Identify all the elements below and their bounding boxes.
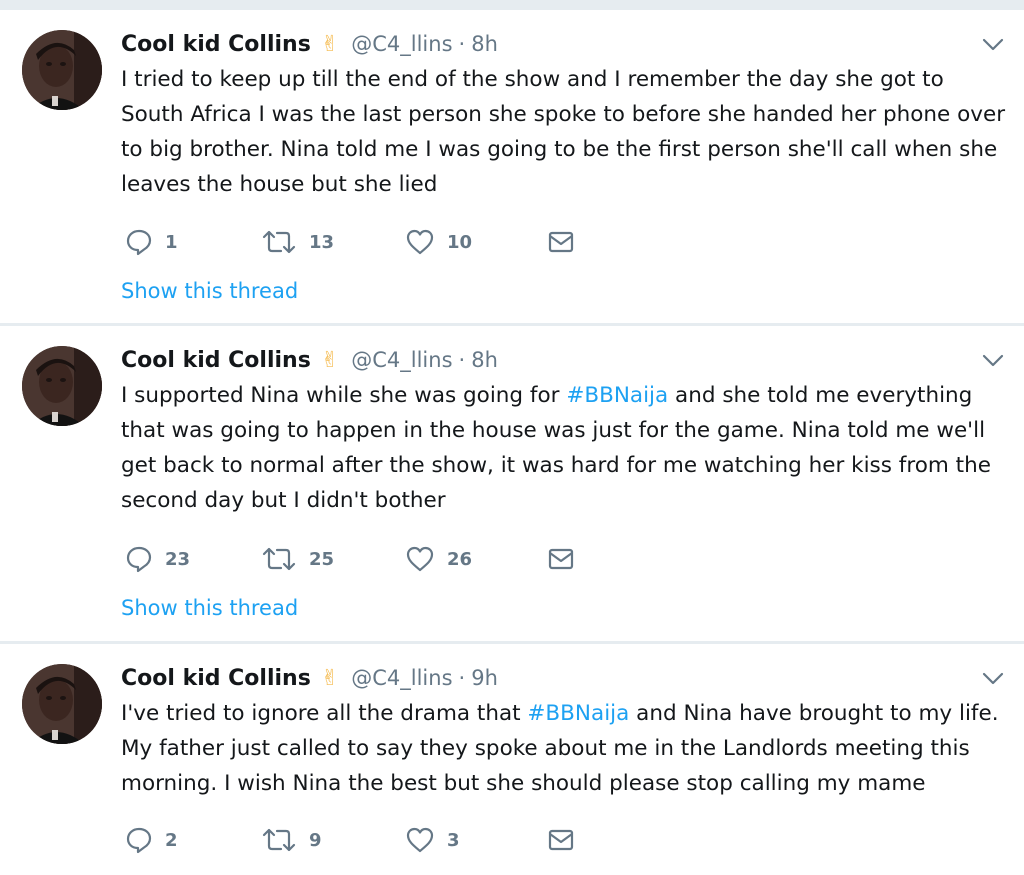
show-thread-link[interactable]: Show this thread — [121, 279, 298, 303]
retweet-count: 13 — [309, 231, 335, 253]
username-handle[interactable]: @C4_llins — [351, 348, 452, 372]
direct-message-button[interactable] — [547, 227, 575, 257]
hashtag-link[interactable]: #BBNaija — [527, 701, 629, 726]
retweet-button[interactable]: 25 — [261, 544, 334, 574]
victory-hand-emoji: ✌ — [320, 347, 340, 373]
tweet-header: Cool kid Collins ✌ @C4_llins · 8h — [121, 342, 498, 378]
text-fragment: I've tried to ignore all the drama that — [121, 701, 528, 726]
reply-count: 23 — [165, 548, 191, 570]
tweet-text: I've tried to ignore all the drama that … — [121, 696, 1011, 801]
heart-icon — [406, 229, 434, 255]
display-name[interactable]: Cool kid Collins — [121, 32, 311, 57]
separator-dot: · — [458, 32, 466, 56]
retweet-icon — [262, 828, 296, 852]
direct-message-button[interactable] — [547, 544, 575, 574]
text-fragment: I supported Nina while she was going for — [121, 383, 567, 408]
like-count: 26 — [447, 548, 473, 570]
avatar[interactable] — [22, 30, 102, 110]
tweet-text-line: morning. I wish Nina the best but she sh… — [121, 771, 926, 796]
tweet-text-line: I tried to keep up till the end of the s… — [121, 67, 944, 92]
tweet-text-line: get back to normal after the show, it wa… — [121, 453, 991, 478]
reply-button[interactable]: 23 — [125, 544, 190, 574]
victory-hand-emoji: ✌ — [320, 665, 340, 691]
reply-button[interactable]: 1 — [125, 227, 178, 257]
separator-dot: · — [458, 666, 466, 690]
tweet-text-line: I've tried to ignore all the drama that … — [121, 696, 1011, 731]
tweet-header: Cool kid Collins ✌ @C4_llins · 8h — [121, 26, 498, 62]
tweet-text-line: to big brother. Nina told me I was going… — [121, 137, 998, 162]
tweet-actions: 23 25 26 — [121, 544, 601, 574]
username-handle[interactable]: @C4_llins — [351, 666, 452, 690]
retweet-count: 9 — [309, 829, 322, 851]
tweet-text-line: leaves the house but she lied — [121, 172, 438, 197]
heart-icon — [406, 546, 434, 572]
tweet-text-line: South Africa I was the last person she s… — [121, 102, 1006, 127]
chevron-down-icon[interactable] — [982, 672, 1004, 686]
tweet-3[interactable]: Cool kid Collins ✌ @C4_llins · 9h I've t… — [0, 644, 1024, 875]
tweet-text-line: that was going to happen in the house wa… — [121, 418, 986, 443]
chevron-down-icon[interactable] — [982, 38, 1004, 52]
tweet-text: I supported Nina while she was going for… — [121, 378, 1011, 518]
reply-icon — [126, 229, 152, 256]
reply-icon — [126, 827, 152, 854]
display-name[interactable]: Cool kid Collins — [121, 348, 311, 373]
avatar[interactable] — [22, 664, 102, 744]
tweet-text-line: second day but I didn't bother — [121, 488, 446, 513]
reply-count: 1 — [165, 231, 178, 253]
like-button[interactable]: 3 — [405, 825, 460, 855]
tweet-1[interactable]: Cool kid Collins ✌ @C4_llins · 8h I trie… — [0, 10, 1024, 323]
tweet-actions: 1 13 10 — [121, 227, 601, 257]
timestamp[interactable]: 8h — [471, 32, 498, 56]
tweet-text: I tried to keep up till the end of the s… — [121, 62, 1011, 202]
retweet-icon — [262, 547, 296, 571]
reply-icon — [126, 546, 152, 573]
avatar[interactable] — [22, 346, 102, 426]
like-button[interactable]: 26 — [405, 544, 472, 574]
tweet-2[interactable]: Cool kid Collins ✌ @C4_llins · 8h I supp… — [0, 326, 1024, 641]
tweet-header: Cool kid Collins ✌ @C4_llins · 9h — [121, 660, 498, 696]
separator-dot: · — [458, 348, 466, 372]
tweet-text-line: My father just called to say they spoke … — [121, 736, 970, 761]
retweet-button[interactable]: 13 — [261, 227, 334, 257]
display-name[interactable]: Cool kid Collins — [121, 666, 311, 691]
text-fragment: and she told me everything — [668, 383, 973, 408]
reply-count: 2 — [165, 829, 178, 851]
chevron-down-icon[interactable] — [982, 354, 1004, 368]
retweet-button[interactable]: 9 — [261, 825, 322, 855]
victory-hand-emoji: ✌ — [320, 31, 340, 57]
retweet-count: 25 — [309, 548, 335, 570]
like-count: 3 — [447, 829, 460, 851]
direct-message-button[interactable] — [547, 825, 575, 855]
username-handle[interactable]: @C4_llins — [351, 32, 452, 56]
reply-button[interactable]: 2 — [125, 825, 178, 855]
like-count: 10 — [447, 231, 473, 253]
envelope-icon — [548, 829, 574, 851]
hashtag-link[interactable]: #BBNaija — [566, 383, 668, 408]
tweet-text-line: I supported Nina while she was going for… — [121, 378, 1011, 413]
envelope-icon — [548, 548, 574, 570]
envelope-icon — [548, 231, 574, 253]
heart-icon — [406, 827, 434, 853]
timestamp[interactable]: 8h — [471, 348, 498, 372]
text-fragment: and Nina have brought to my life. — [629, 701, 999, 726]
tweet-actions: 2 9 3 — [121, 825, 601, 855]
like-button[interactable]: 10 — [405, 227, 472, 257]
retweet-icon — [262, 230, 296, 254]
timestamp[interactable]: 9h — [471, 666, 498, 690]
show-thread-link[interactable]: Show this thread — [121, 596, 298, 620]
tweet-feed: Cool kid Collins ✌ @C4_llins · 8h I trie… — [0, 0, 1024, 875]
